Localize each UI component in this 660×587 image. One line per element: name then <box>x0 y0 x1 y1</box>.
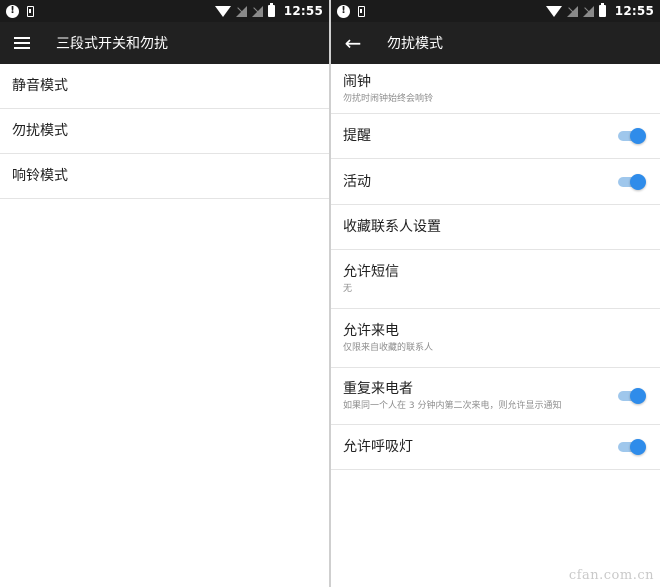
setting-subtitle: 如果同一个人在 3 分钟内第二次来电，则允许显示通知 <box>343 401 562 411</box>
setting-starred-contacts[interactable]: 收藏联系人设置 <box>331 205 660 250</box>
dnd-settings-list: 闹钟 勿扰时闹钟始终会响铃 提醒 活动 收藏联系人设置 允许短信 无 允许来电 … <box>331 64 660 470</box>
setting-title: 允许短信 <box>343 264 399 280</box>
setting-title: 收藏联系人设置 <box>343 219 441 235</box>
list-item-ring-mode[interactable]: 响铃模式 <box>0 154 329 199</box>
phone-icon <box>358 5 365 17</box>
list-item-label: 响铃模式 <box>12 168 68 184</box>
setting-reminders[interactable]: 提醒 <box>331 114 660 159</box>
mode-list: 静音模式 勿扰模式 响铃模式 <box>0 64 329 199</box>
back-arrow-icon: ← <box>344 31 362 55</box>
no-signal-icon <box>235 5 247 17</box>
setting-events[interactable]: 活动 <box>331 159 660 205</box>
events-toggle[interactable] <box>616 173 646 191</box>
status-bar: ! 12:55 <box>0 0 329 22</box>
setting-title: 重复来电者 <box>343 381 413 397</box>
hamburger-menu-icon <box>14 37 30 49</box>
setting-title: 活动 <box>343 173 371 190</box>
menu-button[interactable] <box>0 22 44 64</box>
setting-title: 允许呼吸灯 <box>343 439 413 455</box>
breathing-light-toggle[interactable] <box>616 438 646 456</box>
app-toolbar: ← 勿扰模式 <box>331 22 660 64</box>
alert-icon: ! <box>337 4 350 18</box>
setting-title: 允许来电 <box>343 323 399 339</box>
setting-allow-sms[interactable]: 允许短信 无 <box>331 250 660 309</box>
setting-subtitle: 勿扰时闹钟始终会响铃 <box>343 93 434 104</box>
repeat-callers-toggle[interactable] <box>616 387 646 405</box>
setting-title: 提醒 <box>343 128 371 144</box>
setting-subtitle: 仅限来自收藏的联系人 <box>343 343 434 353</box>
list-item-label: 勿扰模式 <box>12 123 68 139</box>
list-item-dnd-mode[interactable]: 勿扰模式 <box>0 109 329 154</box>
phone-icon <box>27 5 34 17</box>
no-signal-icon <box>251 5 263 17</box>
page-title: 三段式开关和勿扰 <box>56 36 168 52</box>
reminders-toggle[interactable] <box>616 127 646 145</box>
page-title: 勿扰模式 <box>387 36 443 52</box>
battery-icon <box>598 3 606 17</box>
app-toolbar: 三段式开关和勿扰 <box>0 22 329 64</box>
setting-subtitle: 无 <box>343 284 353 294</box>
wifi-icon <box>545 6 562 17</box>
battery-icon <box>267 3 275 17</box>
right-screen: ! 12:55 ← 勿扰模式 闹钟 勿扰时闹钟始终会响铃 提醒 活动 收藏联系人… <box>331 0 660 587</box>
status-bar: ! 12:55 <box>331 0 660 22</box>
back-button[interactable]: ← <box>331 22 375 64</box>
status-time: 12:55 <box>614 4 654 18</box>
setting-title: 闹钟 <box>343 73 371 90</box>
left-screen: ! 12:55 三段式开关和勿扰 静音模式 勿扰模式 响铃模式 <box>0 0 329 587</box>
no-signal-icon <box>582 5 594 17</box>
no-signal-icon <box>566 5 578 17</box>
setting-allow-calls[interactable]: 允许来电 仅限来自收藏的联系人 <box>331 309 660 368</box>
watermark-logo: cfan.com.cn <box>568 568 654 583</box>
setting-breathing-light[interactable]: 允许呼吸灯 <box>331 425 660 470</box>
setting-repeat-callers[interactable]: 重复来电者 如果同一个人在 3 分钟内第二次来电，则允许显示通知 <box>331 368 660 425</box>
status-time: 12:55 <box>283 4 323 18</box>
list-item-silent-mode[interactable]: 静音模式 <box>0 64 329 109</box>
wifi-icon <box>214 6 231 17</box>
setting-alarm[interactable]: 闹钟 勿扰时闹钟始终会响铃 <box>331 64 660 114</box>
list-item-label: 静音模式 <box>12 78 68 94</box>
alert-icon: ! <box>6 4 19 18</box>
